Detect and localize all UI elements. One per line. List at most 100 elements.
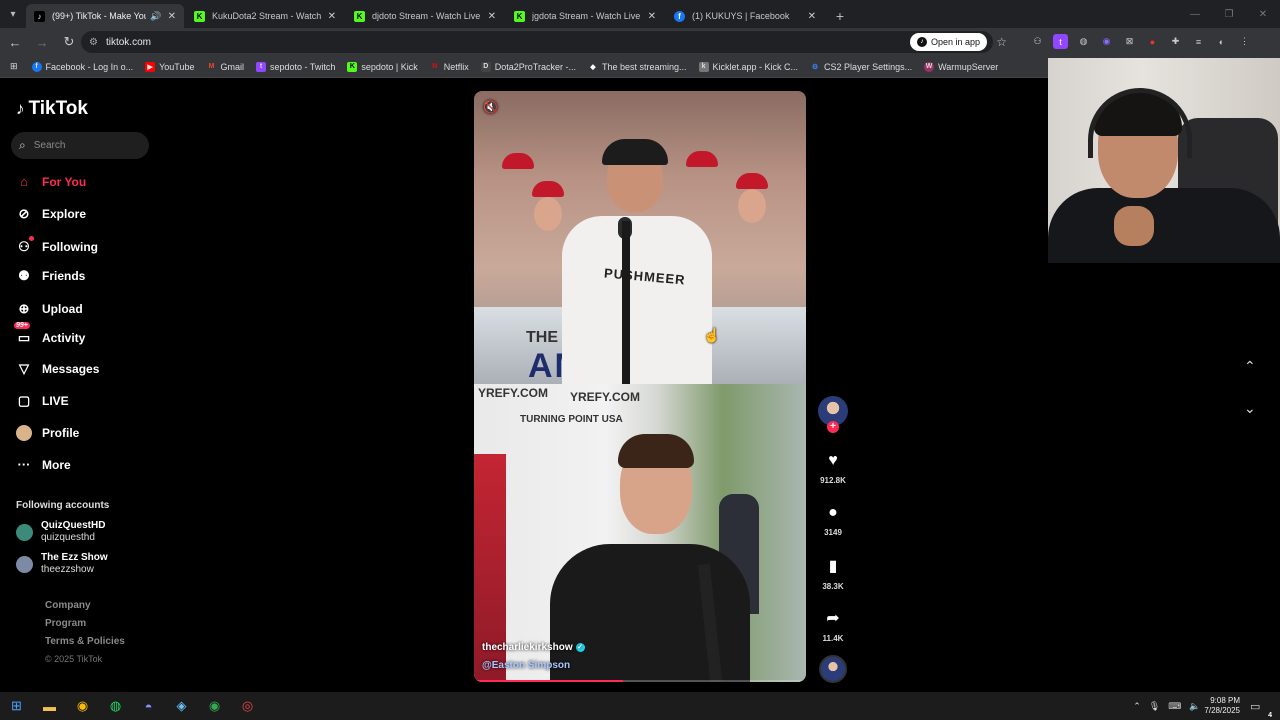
bookmark-netflix[interactable]: N Netflix: [430, 62, 469, 72]
bookmark-dota2protracker[interactable]: D Dota2ProTracker -...: [480, 61, 576, 72]
speaker-icon[interactable]: 🔊: [150, 11, 161, 22]
close-tab-icon[interactable]: ✕: [808, 11, 816, 22]
chrome-icon[interactable]: ◉: [66, 692, 99, 720]
tab-djdoto[interactable]: K djdoto Stream - Watch Live on ✕: [346, 4, 504, 28]
youtube-icon: ▶: [145, 61, 156, 72]
bookmark-streaming[interactable]: ◆ The best streaming...: [588, 62, 686, 72]
twitch-extension-icon[interactable]: t: [1053, 34, 1068, 49]
upload-icon: ⊕: [18, 301, 30, 316]
notification-center-icon[interactable]: ▭ 4: [1250, 700, 1272, 719]
messages-icon: ▽: [19, 361, 29, 376]
apps-grid-icon[interactable]: ⊞: [10, 61, 18, 72]
window-controls: — ❐ ✕: [1178, 0, 1280, 28]
tab-search-button[interactable]: ▾: [0, 0, 26, 28]
nav-label: Activity: [42, 331, 86, 345]
footer-terms-link[interactable]: Terms & Policies: [45, 636, 125, 647]
nav-for-you[interactable]: ⌂ For You: [16, 174, 86, 189]
media-control-icon[interactable]: ≡: [1191, 34, 1206, 49]
bookmark-cs2-settings[interactable]: ⚙ CS2 Player Settings...: [810, 62, 912, 72]
video-mention[interactable]: @Easton Simpson: [482, 660, 570, 671]
tab-facebook[interactable]: f (1) KUKUYS | Facebook ✕: [666, 4, 824, 28]
tiktok-logo[interactable]: ♪ TikTok: [16, 98, 88, 120]
nav-label: Following: [42, 240, 98, 254]
globe-extension-icon[interactable]: ◍: [1076, 34, 1091, 49]
system-tray: ⌃ 🎙 ⌨ 🔈 9:08 PM 7/28/2025 ▭ 4: [1129, 692, 1280, 720]
steam-icon[interactable]: ◈: [165, 692, 198, 720]
extension-icon[interactable]: ●: [1145, 34, 1160, 49]
nav-profile[interactable]: Profile: [16, 425, 79, 441]
nav-label: Explore: [42, 207, 87, 221]
close-tab-icon[interactable]: ✕: [168, 11, 176, 22]
extensions-puzzle-icon[interactable]: ✚: [1168, 34, 1183, 49]
save-button[interactable]: ▮ 38.3K: [812, 556, 854, 591]
nav-live[interactable]: ▢ LIVE: [16, 393, 69, 409]
share-button[interactable]: ➦ 11.4K: [812, 608, 854, 643]
previous-video-chevron-up-icon[interactable]: ⌃: [1244, 358, 1256, 375]
bookmark-kicklet[interactable]: k Kicklet.app - Kick C...: [698, 61, 798, 72]
sign-text: YREFY.COM: [570, 390, 641, 404]
extension-icon[interactable]: ⚇: [1030, 34, 1045, 49]
video-author[interactable]: thecharliekirkshow ✓: [482, 642, 585, 653]
network-icon[interactable]: ⌨: [1168, 701, 1181, 712]
url-bar[interactable]: ⚙ tiktok.com ♪ Open in app ☆: [81, 31, 1007, 53]
reload-icon[interactable]: ↻: [57, 30, 81, 54]
tab-tiktok[interactable]: ♪ (99+) TikTok - Make Your Da 🔊 ✕: [26, 4, 184, 28]
clock[interactable]: 9:08 PM 7/28/2025: [1204, 696, 1240, 716]
volume-muted-icon[interactable]: 🔇: [483, 100, 498, 114]
maximize-icon[interactable]: ❐: [1212, 0, 1246, 28]
following-account[interactable]: QuizQuestHD quizquesthd: [16, 520, 105, 544]
spotify-icon[interactable]: ◍: [99, 692, 132, 720]
footer-program-link[interactable]: Program: [45, 618, 86, 629]
like-button[interactable]: ♥ 912.8K: [812, 452, 854, 485]
bookmark-star-icon[interactable]: ☆: [996, 35, 1007, 49]
windows-start-icon[interactable]: ⊞: [0, 692, 33, 720]
bookmark-twitch[interactable]: t sepdoto - Twitch: [256, 61, 335, 72]
tray-chevron-up-icon[interactable]: ⌃: [1133, 701, 1141, 712]
music-disc-icon[interactable]: [819, 655, 847, 683]
minimize-icon[interactable]: —: [1178, 0, 1212, 28]
close-window-icon[interactable]: ✕: [1246, 0, 1280, 28]
search-input[interactable]: ⌕ Search: [11, 132, 149, 159]
profile-icon[interactable]: ◐: [1214, 34, 1229, 49]
nav-explore[interactable]: ⊘ Explore: [16, 206, 86, 222]
browser-menu-icon[interactable]: ⋮: [1237, 34, 1252, 49]
follow-plus-icon[interactable]: +: [827, 421, 839, 433]
discord-icon[interactable]: ◓: [132, 692, 165, 720]
close-tab-icon[interactable]: ✕: [648, 11, 656, 22]
video-player[interactable]: THE AM PUSHMEER 🔇 YREFY.COM YREFY.COM TU…: [474, 91, 806, 682]
video-progress-bar[interactable]: [474, 680, 806, 682]
footer-company-link[interactable]: Company: [45, 600, 91, 611]
app-icon[interactable]: ◎: [231, 692, 264, 720]
nav-activity[interactable]: ▭ 99+ Activity: [14, 322, 86, 346]
close-tab-icon[interactable]: ✕: [488, 11, 496, 22]
tab-jgdota[interactable]: K jgdota Stream - Watch Live on ✕: [506, 4, 664, 28]
next-video-chevron-down-icon[interactable]: ⌄: [1244, 400, 1256, 417]
nav-more[interactable]: ··· More: [16, 457, 71, 472]
file-explorer-icon[interactable]: ▬: [33, 692, 66, 720]
bookmark-youtube[interactable]: ▶ YouTube: [145, 61, 194, 72]
volume-icon[interactable]: 🔈: [1189, 701, 1200, 712]
nav-friends[interactable]: ⚉ Friends: [16, 268, 85, 284]
close-tab-icon[interactable]: ✕: [328, 11, 336, 22]
comment-button[interactable]: ● 3149: [812, 504, 854, 537]
banner-text: THE: [526, 329, 558, 346]
bookmark-kick[interactable]: Ksepdoto | Kick: [347, 61, 418, 72]
back-icon[interactable]: ←: [3, 30, 27, 54]
extension-icon[interactable]: ⊠: [1122, 34, 1137, 49]
nav-following[interactable]: ⚇ Following: [16, 236, 98, 255]
site-info-icon[interactable]: ⚙: [89, 37, 98, 48]
microphone-icon[interactable]: 🎙: [1149, 701, 1160, 712]
nav-upload[interactable]: ⊕ Upload: [16, 301, 83, 317]
bookmark-facebook[interactable]: f Facebook - Log In o...: [31, 61, 133, 72]
following-account[interactable]: The Ezz Show theezzshow: [16, 552, 108, 576]
tab-kukudota2[interactable]: K KukuDota2 Stream - Watch Live ✕: [186, 4, 344, 28]
open-in-app-button[interactable]: ♪ Open in app: [909, 33, 987, 51]
nav-messages[interactable]: ▽ Messages: [16, 361, 99, 377]
netflix-icon: N: [432, 63, 438, 70]
chrome-profile-icon[interactable]: ◉: [198, 692, 231, 720]
extension-icon[interactable]: ◉: [1099, 34, 1114, 49]
forward-icon[interactable]: →: [30, 30, 54, 54]
bookmark-gmail[interactable]: M Gmail: [206, 62, 244, 72]
new-tab-button[interactable]: +: [826, 4, 854, 28]
bookmark-warmupserver[interactable]: W WarmupServer: [924, 61, 998, 72]
